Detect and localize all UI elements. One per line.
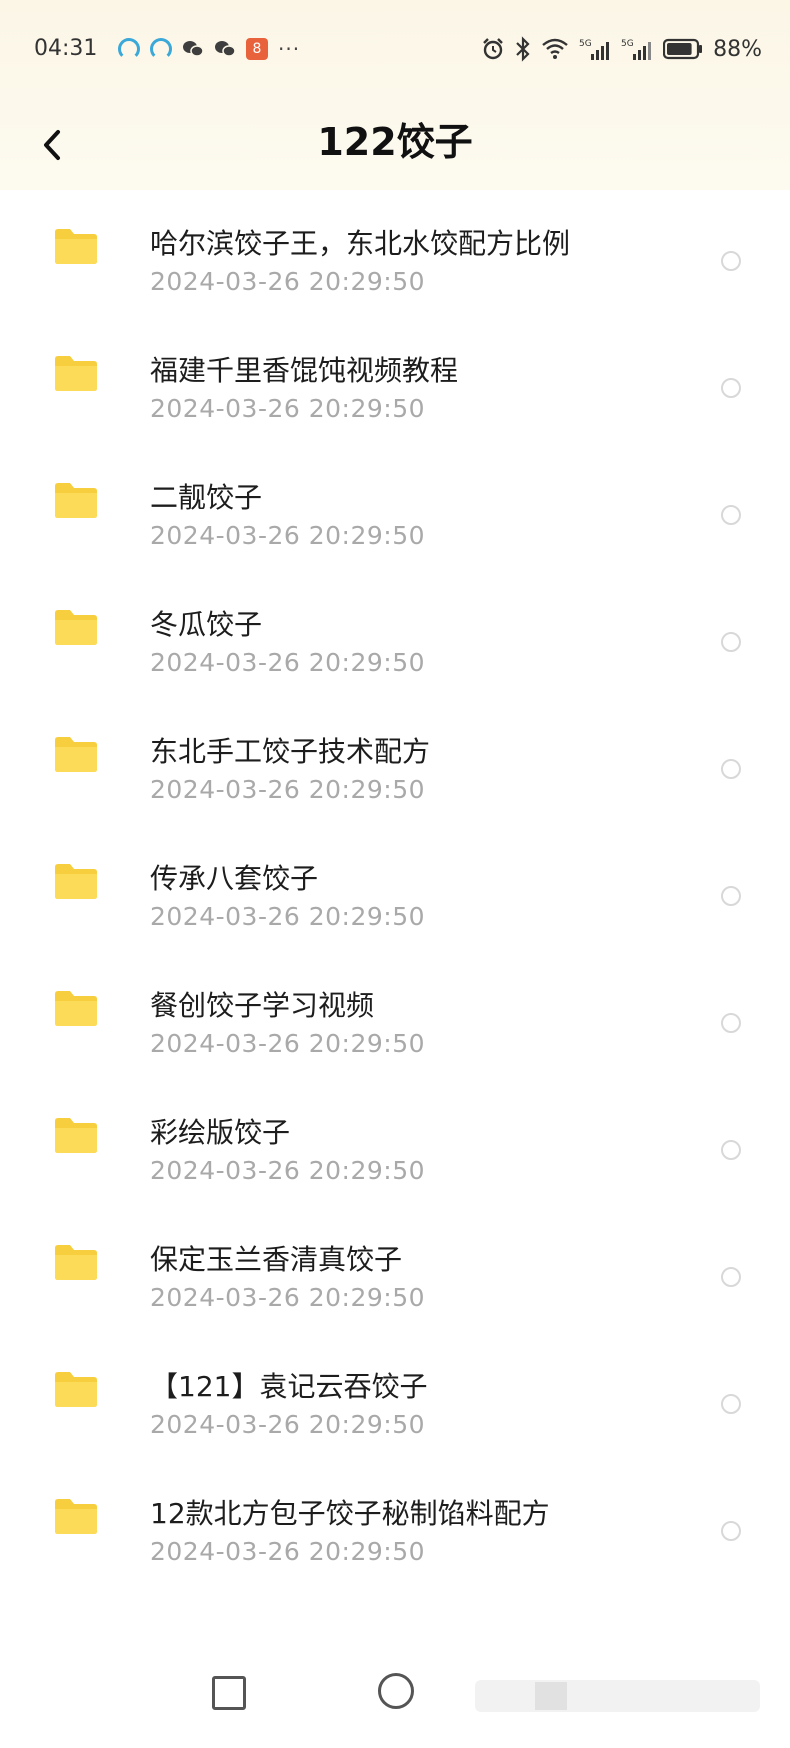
bluetooth-icon <box>516 36 530 62</box>
folder-date: 2024-03-26 20:29:50 <box>150 267 426 296</box>
folder-name: 哈尔滨饺子王，东北水饺配方比例 <box>150 227 571 260</box>
wifi-icon <box>542 38 568 59</box>
folder-name: 12款北方包子饺子秘制馅料配方 <box>150 1497 550 1530</box>
select-radio[interactable] <box>721 1267 741 1287</box>
folder-date: 2024-03-26 20:29:50 <box>150 394 426 423</box>
folder-row[interactable]: 12款北方包子饺子秘制馅料配方 2024-03-26 20:29:50 <box>0 1455 790 1582</box>
battery-percentage: 88% <box>713 36 762 62</box>
system-icons: 5G 5G 88% <box>481 35 762 63</box>
folder-row[interactable]: 哈尔滨饺子王，东北水饺配方比例 2024-03-26 20:29:50 <box>0 185 790 312</box>
status-bar: 04:31 8 ··· 5G 5G 88% <box>0 0 790 100</box>
select-radio[interactable] <box>721 505 741 525</box>
select-radio[interactable] <box>721 1521 741 1541</box>
folder-name: 二靓饺子 <box>150 481 263 514</box>
5g-signal-icon: 5G <box>579 39 610 60</box>
folder-name: 保定玉兰香清真饺子 <box>150 1243 403 1276</box>
folder-date: 2024-03-26 20:29:50 <box>150 1410 426 1439</box>
svg-text:5G: 5G <box>579 39 592 49</box>
gesture-pill-segment <box>535 1682 567 1710</box>
header-bar: 122饺子 <box>0 100 790 190</box>
app-ring-icon <box>150 38 172 60</box>
5g-signal-icon: 5G <box>621 39 652 60</box>
app-ring-icon <box>118 38 140 60</box>
folder-row[interactable]: 彩绘版饺子 2024-03-26 20:29:50 <box>0 1074 790 1201</box>
folder-date: 2024-03-26 20:29:50 <box>150 902 426 931</box>
select-radio[interactable] <box>721 1140 741 1160</box>
folder-icon <box>55 610 97 645</box>
folder-icon <box>55 1245 97 1280</box>
folder-name: 彩绘版饺子 <box>150 1116 291 1149</box>
notification-icons: 8 ··· <box>118 37 300 61</box>
wechat-icon <box>183 41 204 57</box>
alarm-icon <box>483 38 503 60</box>
folder-row[interactable]: 【121】袁记云吞饺子 2024-03-26 20:29:50 <box>0 1328 790 1455</box>
folder-name: 福建千里香馄饨视频教程 <box>150 354 459 387</box>
select-radio[interactable] <box>721 378 741 398</box>
recents-square-icon[interactable] <box>212 1676 246 1710</box>
folder-row[interactable]: 餐创饺子学习视频 2024-03-26 20:29:50 <box>0 947 790 1074</box>
file-browser-screen: 04:31 8 ··· 5G 5G 88% 122饺子 哈尔滨饺子王，东北水饺配… <box>0 0 790 1748</box>
folder-date: 2024-03-26 20:29:50 <box>150 775 426 804</box>
wechat-icon <box>215 41 236 57</box>
folder-date: 2024-03-26 20:29:50 <box>150 521 426 550</box>
system-nav-bar <box>0 1640 790 1748</box>
folder-date: 2024-03-26 20:29:50 <box>150 1283 426 1312</box>
folder-icon <box>55 1372 97 1407</box>
select-radio[interactable] <box>721 251 741 271</box>
folder-date: 2024-03-26 20:29:50 <box>150 648 426 677</box>
svg-text:5G: 5G <box>621 39 634 49</box>
more-notifications-indicator: ··· <box>278 37 301 61</box>
folder-date: 2024-03-26 20:29:50 <box>150 1156 426 1185</box>
folder-name: 【121】袁记云吞饺子 <box>150 1370 428 1403</box>
app-badge-icon: 8 <box>246 38 268 60</box>
folder-icon <box>55 864 97 899</box>
folder-name: 东北手工饺子技术配方 <box>150 735 431 768</box>
status-time: 04:31 <box>34 36 98 61</box>
home-circle-icon[interactable] <box>378 1673 414 1709</box>
folder-name: 传承八套饺子 <box>150 862 319 895</box>
folder-row[interactable]: 传承八套饺子 2024-03-26 20:29:50 <box>0 820 790 947</box>
gesture-pill-icon[interactable] <box>475 1680 760 1712</box>
folder-date: 2024-03-26 20:29:50 <box>150 1537 426 1566</box>
folder-icon <box>55 737 97 772</box>
folder-icon <box>55 1499 97 1534</box>
folder-row[interactable]: 东北手工饺子技术配方 2024-03-26 20:29:50 <box>0 693 790 820</box>
folder-icon <box>55 991 97 1026</box>
folder-row[interactable]: 福建千里香馄饨视频教程 2024-03-26 20:29:50 <box>0 312 790 439</box>
select-radio[interactable] <box>721 632 741 652</box>
battery-icon <box>663 38 703 60</box>
select-radio[interactable] <box>721 1394 741 1414</box>
folder-icon <box>55 1118 97 1153</box>
page-title: 122饺子 <box>317 120 473 164</box>
select-radio[interactable] <box>721 1013 741 1033</box>
select-radio[interactable] <box>721 759 741 779</box>
folder-date: 2024-03-26 20:29:50 <box>150 1029 426 1058</box>
folder-row[interactable]: 冬瓜饺子 2024-03-26 20:29:50 <box>0 566 790 693</box>
folder-icon <box>55 229 97 264</box>
folder-name: 冬瓜饺子 <box>150 608 263 641</box>
folder-row[interactable]: 二靓饺子 2024-03-26 20:29:50 <box>0 439 790 566</box>
folder-name: 餐创饺子学习视频 <box>150 989 375 1022</box>
folder-row[interactable]: 保定玉兰香清真饺子 2024-03-26 20:29:50 <box>0 1201 790 1328</box>
folder-icon <box>55 483 97 518</box>
select-radio[interactable] <box>721 886 741 906</box>
folder-list[interactable]: 小店面饺2024-03-26 20:29:50哈尔滨饺子王，东北水饺配方比例20… <box>0 140 790 1640</box>
folder-icon <box>55 356 97 391</box>
top-area: 04:31 8 ··· 5G 5G 88% 122饺子 <box>0 0 790 190</box>
